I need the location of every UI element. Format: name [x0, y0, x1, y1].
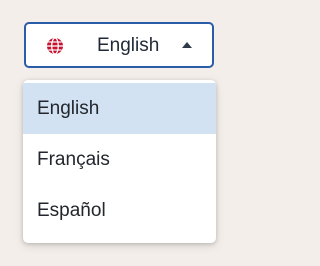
language-dropdown-menu: English Français Español — [23, 80, 216, 243]
menu-item-label: English — [37, 97, 100, 119]
menu-item-francais[interactable]: Français — [23, 134, 216, 185]
globe-icon — [47, 37, 63, 55]
page: English English Français Español — [0, 0, 240, 266]
language-select-label: English — [97, 35, 160, 56]
language-select-button[interactable]: English — [24, 22, 214, 68]
menu-item-label: Français — [37, 148, 110, 170]
menu-item-label: Español — [37, 199, 106, 221]
menu-item-espanol[interactable]: Español — [23, 185, 216, 236]
caret-up-icon — [182, 42, 192, 48]
menu-item-english[interactable]: English — [23, 83, 216, 134]
